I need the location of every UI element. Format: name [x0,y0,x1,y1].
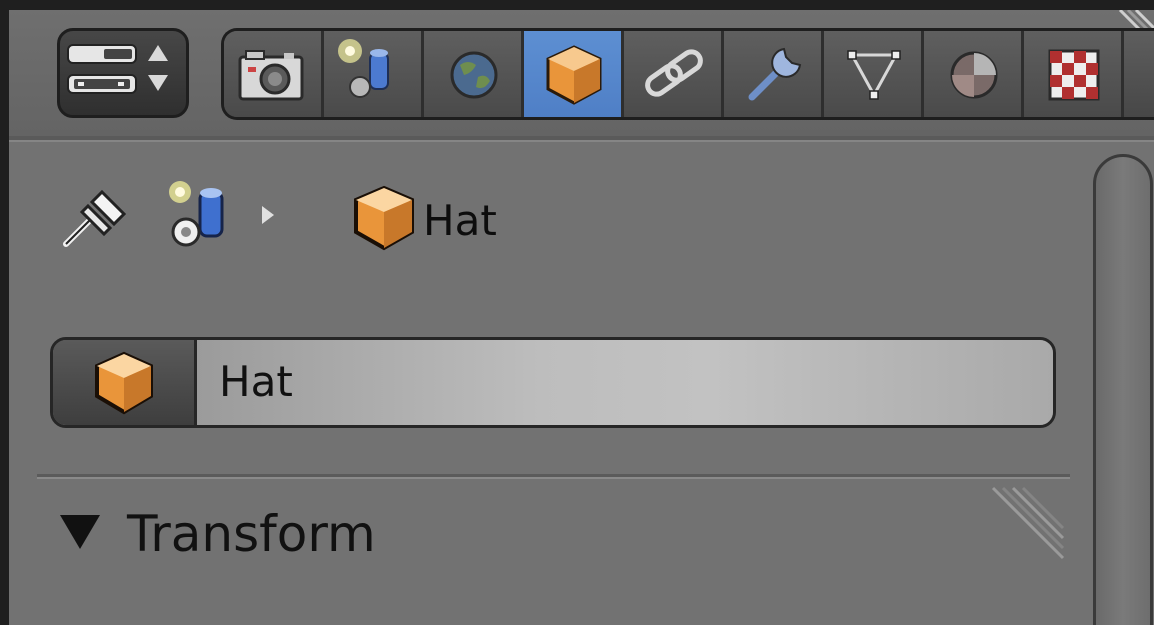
scene-icon [338,39,389,98]
view-toggle-button[interactable] [57,28,189,118]
object-cube-icon [354,185,414,251]
chevron-right-icon [262,206,274,224]
wrench-icon [748,47,802,101]
object-type-box [53,340,197,425]
properties-editor: Hat Hat Transform [0,0,1154,625]
breadcrumb-object-label: Hat [423,196,497,245]
pin-icon[interactable] [58,180,138,252]
top-border [0,0,1154,10]
tab-object[interactable] [524,31,624,117]
scene-icon [169,181,224,247]
context-tabs [221,28,1154,120]
chain-link-icon [645,49,703,97]
object-name-input[interactable]: Hat [197,340,1053,425]
mesh-triangle-icon [847,50,901,100]
checker-texture-icon [1048,49,1100,101]
drag-grip-icon[interactable] [985,486,1065,570]
object-name-field[interactable]: Hat [50,337,1056,428]
tab-scene[interactable] [324,31,424,117]
tab-constraints[interactable] [624,31,724,117]
triangle-down-icon[interactable] [58,509,102,553]
view-toggle-icon [67,44,168,94]
panel-separator-highlight [37,477,1070,479]
camera-icon [238,50,304,101]
tab-data[interactable] [824,31,924,117]
object-cube-icon [95,351,153,415]
object-name-value: Hat [219,357,293,406]
left-border [0,0,9,625]
panel-title: Transform [127,505,376,563]
tab-material[interactable] [924,31,1024,117]
tab-world[interactable] [424,31,524,117]
tab-modifiers[interactable] [724,31,824,117]
material-sphere-icon [950,51,998,99]
vertical-scrollbar[interactable] [1093,154,1153,625]
object-cube-icon [546,45,602,105]
tab-texture[interactable] [1024,31,1124,117]
breadcrumb [58,172,758,252]
tab-render[interactable] [224,31,324,117]
world-icon [450,51,498,99]
